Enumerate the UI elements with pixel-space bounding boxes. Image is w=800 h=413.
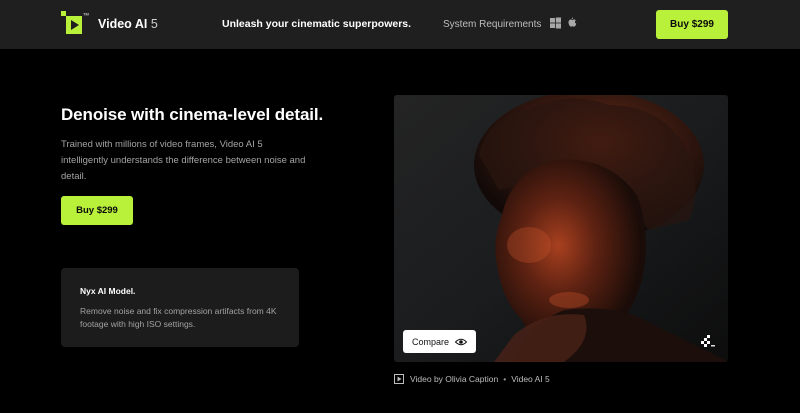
apple-icon[interactable] <box>567 17 578 29</box>
model-card-text: Remove noise and fix compression artifac… <box>80 306 277 329</box>
caption-credit: Video by Olivia Caption <box>410 374 499 384</box>
brand-name-text: Video AI <box>98 17 148 31</box>
video-caption: Video by Olivia Caption • Video AI 5 <box>394 373 550 385</box>
buy-button-hero[interactable]: Buy $299 <box>61 196 133 225</box>
play-icon <box>394 374 404 384</box>
tagline: Unleash your cinematic superpowers. <box>222 18 412 30</box>
top-nav: TM Video AI 5 Unleash your cinematic sup… <box>0 0 800 49</box>
compare-button[interactable]: Compare <box>403 330 476 353</box>
video-ai-logo[interactable]: TM <box>61 11 89 35</box>
model-card-title: Nyx AI Model. <box>80 286 136 296</box>
caption-separator: • <box>503 374 507 384</box>
model-card: Nyx AI Model. Remove noise and fix compr… <box>61 268 299 347</box>
eye-icon <box>455 338 467 345</box>
logo-tm: TM <box>83 12 89 17</box>
compare-label: Compare <box>411 336 449 347</box>
video-frame-image <box>394 95 728 362</box>
brand-version: 5 <box>150 17 158 31</box>
hero-description: Trained with millions of video frames, V… <box>61 139 306 182</box>
brand-name[interactable]: Video AI 5 <box>98 17 158 31</box>
windows-icon[interactable] <box>550 17 561 29</box>
caption-product: Video AI 5 <box>511 374 550 384</box>
buy-button-header[interactable]: Buy $299 <box>656 10 728 39</box>
video-player[interactable]: Compare <box>394 95 728 362</box>
hero-headline: Denoise with cinema-level detail. <box>61 105 324 124</box>
pixel-logo-icon <box>701 335 715 347</box>
system-requirements-link[interactable]: System Requirements <box>443 19 541 30</box>
